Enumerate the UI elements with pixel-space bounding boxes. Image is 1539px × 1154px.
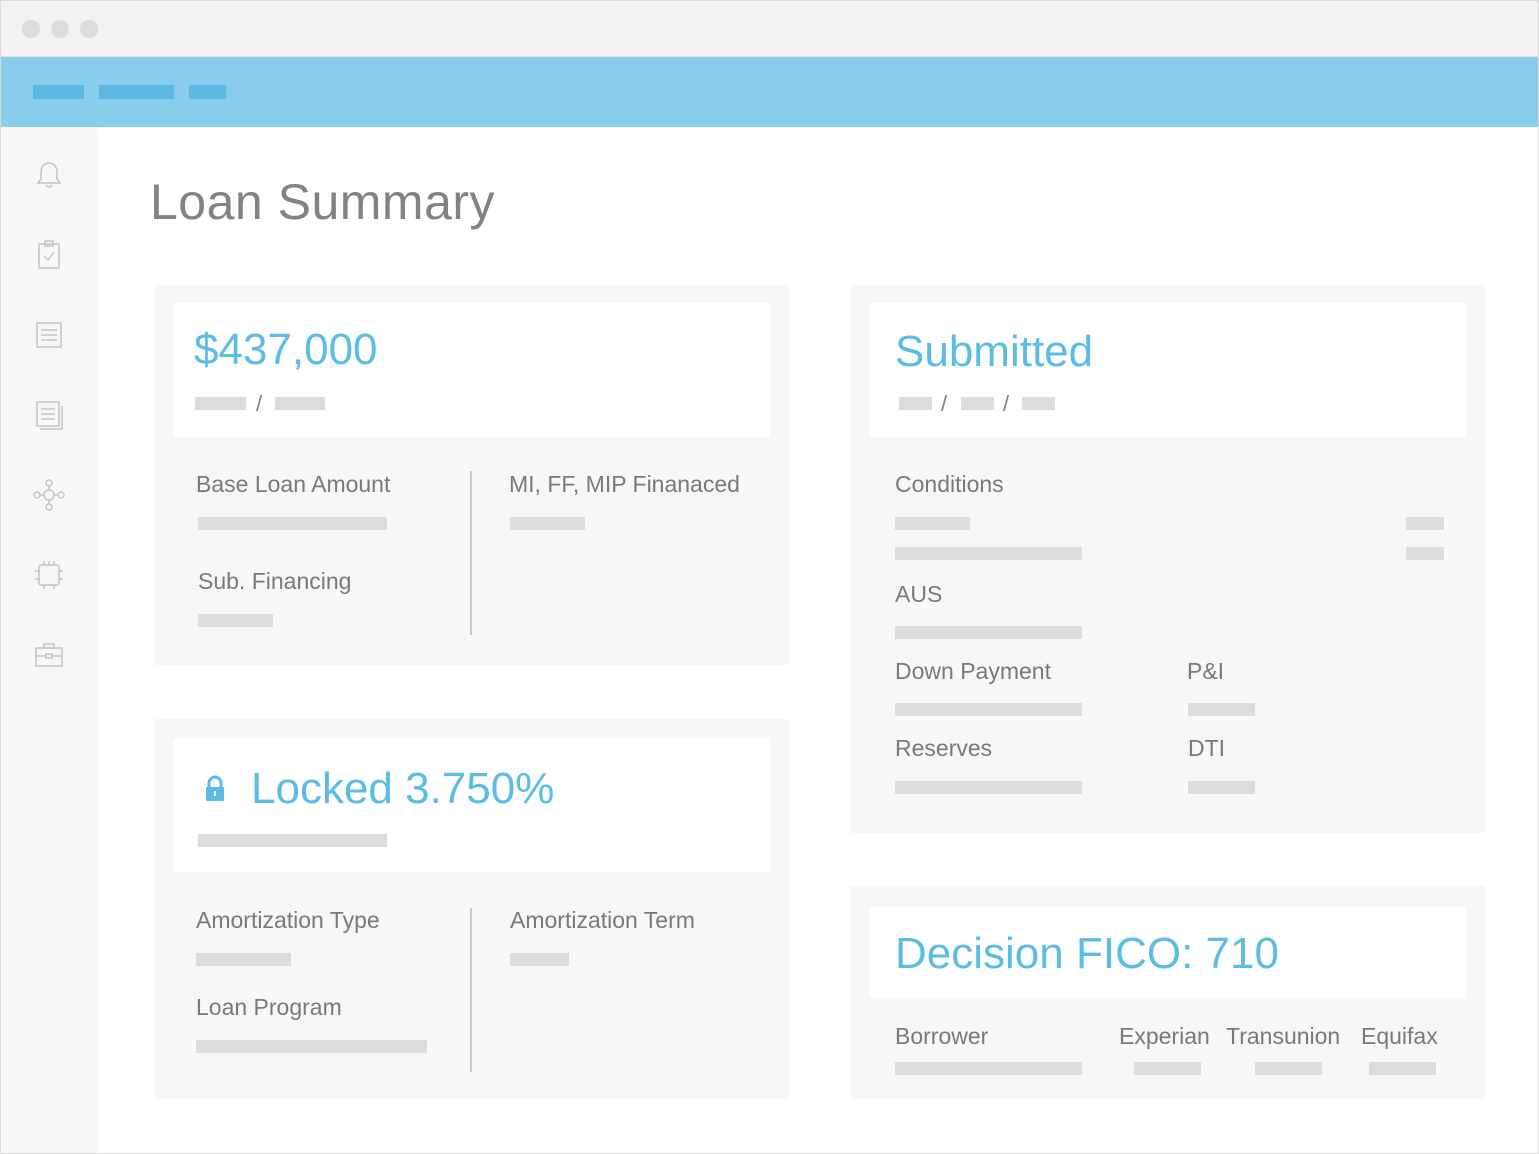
column-divider [470, 908, 472, 1072]
reserves-value [895, 781, 1082, 794]
window-minimize-button[interactable] [51, 20, 69, 38]
dti-label: DTI [1188, 735, 1226, 761]
loan-program-label: Loan Program [196, 994, 342, 1020]
window-maximize-button[interactable] [80, 20, 98, 38]
base-loan-amount-label: Base Loan Amount [196, 471, 391, 497]
mi-ff-mip-label: MI, FF, MIP Finanaced [509, 471, 740, 497]
loan-amount-card: $437,000 / Base Loan Amount Sub. Financi… [154, 285, 789, 665]
aus-value [895, 626, 1082, 639]
conditions-count-1 [1406, 517, 1444, 530]
column-divider [470, 471, 472, 635]
down-payment-value [895, 703, 1082, 716]
app-window: Loan Summary $437,000 / Base Loan Amount… [0, 0, 1539, 1154]
nav-item-3[interactable] [189, 85, 226, 99]
reserves-label: Reserves [895, 735, 993, 761]
sub-financing-value [198, 614, 273, 627]
experian-label: Experian [1119, 1023, 1210, 1049]
status-meta-3 [1022, 397, 1055, 410]
transunion-label: Transunion [1226, 1023, 1341, 1049]
sidebar [1, 127, 98, 1153]
rate-lock-meta [198, 834, 387, 847]
clipboard-check-icon[interactable] [33, 239, 65, 271]
mi-ff-mip-value [510, 517, 585, 530]
loan-amount-card-header: $437,000 / [173, 303, 770, 437]
conditions-value-2 [895, 547, 1082, 560]
status-value: Submitted [895, 327, 1094, 376]
experian-value [1134, 1062, 1201, 1075]
nav-item-2[interactable] [99, 85, 174, 99]
aus-label: AUS [895, 581, 943, 607]
chip-icon[interactable] [33, 559, 65, 591]
bell-icon[interactable] [33, 159, 65, 191]
window-titlebar [1, 1, 1538, 57]
equifax-label: Equifax [1361, 1023, 1438, 1049]
fico-card: Decision FICO: 710 Borrower Experian Tra… [850, 886, 1485, 1099]
page-title: Loan Summary [150, 174, 496, 230]
separator-slash: / [1003, 391, 1010, 416]
amortization-term-label: Amortization Term [510, 907, 695, 933]
borrower-label: Borrower [895, 1023, 989, 1049]
rate-lock-card-header: Locked 3.750% [173, 738, 770, 872]
loan-amount-value: $437,000 [194, 325, 378, 374]
list-icon[interactable] [33, 319, 65, 351]
loan-program-value [196, 1040, 427, 1053]
amortization-type-value [196, 953, 291, 966]
nav-item-1[interactable] [33, 85, 84, 99]
conditions-count-2 [1406, 547, 1444, 560]
transunion-value [1255, 1062, 1322, 1075]
separator-slash: / [941, 391, 948, 416]
amortization-term-value [510, 953, 569, 966]
status-card: Submitted / / Conditions AUS Down Paymen… [850, 285, 1485, 833]
amortization-type-label: Amortization Type [196, 907, 380, 933]
borrower-value [895, 1062, 1082, 1075]
down-payment-label: Down Payment [895, 658, 1051, 684]
decision-fico-value: Decision FICO: 710 [895, 929, 1279, 978]
briefcase-icon[interactable] [33, 639, 65, 671]
status-meta-1 [899, 397, 932, 410]
lock-icon [206, 775, 224, 801]
loan-amount-meta-2 [275, 397, 325, 410]
rate-lock-card: Locked 3.750% Amortization Type Loan Pro… [154, 719, 789, 1099]
fico-card-header: Decision FICO: 710 [869, 907, 1466, 998]
window-close-button[interactable] [22, 20, 40, 38]
top-navigation [1, 57, 1538, 127]
document-stack-icon[interactable] [33, 399, 65, 431]
network-icon[interactable] [33, 479, 65, 511]
rate-lock-value: Locked 3.750% [251, 764, 555, 813]
loan-amount-meta-1 [195, 397, 246, 410]
sub-financing-label: Sub. Financing [198, 568, 352, 594]
pi-label: P&I [1187, 658, 1225, 684]
separator-slash: / [256, 391, 263, 416]
pi-value [1188, 703, 1255, 716]
base-loan-amount-value [198, 517, 387, 530]
status-meta-2 [961, 397, 994, 410]
conditions-value-1 [895, 517, 970, 530]
equifax-value [1369, 1062, 1436, 1075]
status-card-header: Submitted / / [869, 303, 1466, 437]
conditions-label: Conditions [895, 471, 1004, 497]
dti-value [1188, 781, 1255, 794]
